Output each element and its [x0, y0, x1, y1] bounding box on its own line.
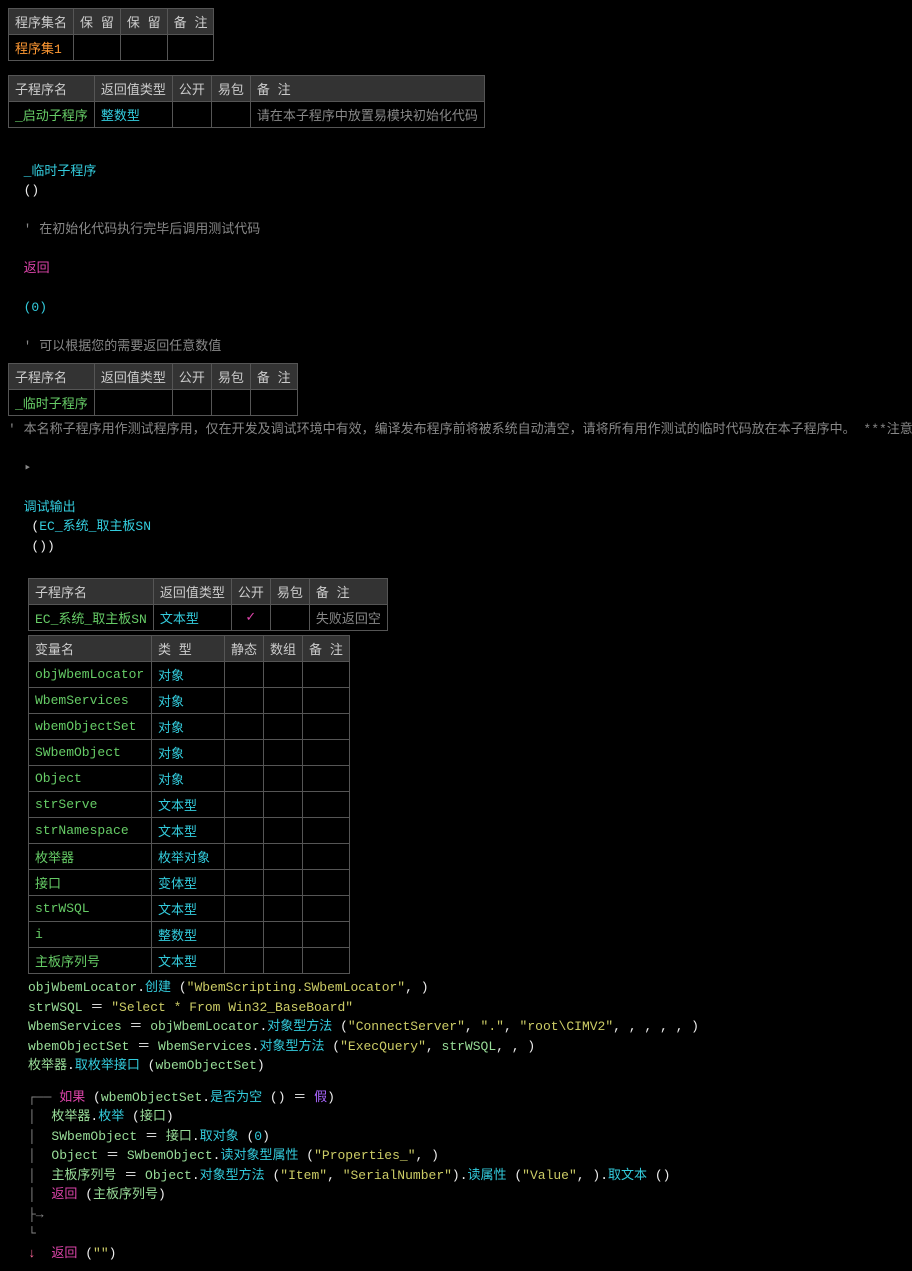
- long-comment: ' 本名称子程序用作测试程序用，仅在开发及调试环境中有效，编译发布程序前将被系统…: [8, 420, 904, 440]
- code-line-tempcall[interactable]: _临时子程序 () ' 在初始化代码执行完毕后调用测试代码: [8, 142, 904, 240]
- table-row[interactable]: Object对象: [29, 766, 350, 792]
- table-row[interactable]: SWbemObject对象: [29, 740, 350, 766]
- table-row[interactable]: 程序集1: [9, 35, 214, 61]
- table-row[interactable]: i整数型: [29, 922, 350, 948]
- code-line-return[interactable]: 返回 (0) ' 可以根据您的需要返回任意数值: [8, 240, 904, 357]
- table-row[interactable]: 主板序列号文本型: [29, 948, 350, 974]
- col-reserved1: 保 留: [74, 9, 121, 35]
- code-line[interactable]: objWbemLocator.创建 ("WbemScripting.SWbemL…: [28, 978, 904, 998]
- table-row[interactable]: wbemObjectSet对象: [29, 714, 350, 740]
- code-line[interactable]: │ Object ＝ SWbemObject.读对象型属性 ("Properti…: [28, 1146, 904, 1166]
- table-row[interactable]: 接口变体型: [29, 870, 350, 896]
- table-row[interactable]: strServe文本型: [29, 792, 350, 818]
- sub-table-1: 子程序名 返回值类型 公开 易包 备 注 _启动子程序 整数型 请在本子程序中放…: [8, 75, 485, 128]
- code-line[interactable]: 枚举器.取枚举接口 (wbemObjectSet): [28, 1056, 904, 1076]
- code-line[interactable]: │ 枚举器.枚举 (接口): [28, 1107, 904, 1127]
- col-remark: 备 注: [167, 9, 214, 35]
- return-line[interactable]: │ 返回 (主板序列号): [28, 1185, 904, 1205]
- if-line[interactable]: ┌── 如果 (wbemObjectSet.是否为空 () ＝ 假): [28, 1088, 904, 1108]
- code-line[interactable]: strWSQL ＝ "Select * From Win32_BaseBoard…: [28, 998, 904, 1018]
- tree-end: └: [28, 1224, 904, 1244]
- code-line[interactable]: │ 主板序列号 ＝ Object.对象型方法 ("Item", "SerialN…: [28, 1166, 904, 1186]
- return-type[interactable]: 整数型: [94, 102, 172, 128]
- col-reserved2: 保 留: [120, 9, 167, 35]
- sub-table-main: 子程序名 返回值类型 公开 易包 备 注 EC_系统_取主板SN 文本型 ✓ 失…: [28, 578, 388, 631]
- assembly-name-cell[interactable]: 程序集1: [9, 35, 74, 61]
- sub-name[interactable]: _启动子程序: [9, 102, 95, 128]
- sub-table-2: 子程序名 返回值类型 公开 易包 备 注 _临时子程序: [8, 363, 298, 416]
- code-line[interactable]: wbemObjectSet ＝ WbemServices.对象型方法 ("Exe…: [28, 1037, 904, 1057]
- remark-cell[interactable]: 请在本子程序中放置易模块初始化代码: [250, 102, 484, 128]
- assembly-table: 程序集名 保 留 保 留 备 注 程序集1: [8, 8, 214, 61]
- else-branch[interactable]: ├→: [28, 1205, 904, 1225]
- table-row[interactable]: _临时子程序: [9, 389, 298, 415]
- code-line[interactable]: │ SWbemObject ＝ 接口.取对象 (0): [28, 1127, 904, 1147]
- table-row[interactable]: 枚举器枚举对象: [29, 844, 350, 870]
- return-empty-line[interactable]: ↓ 返回 (""): [28, 1244, 904, 1264]
- table-row[interactable]: objWbemLocator对象: [29, 662, 350, 688]
- debug-output-line[interactable]: ‣ 调试输出 (EC_系统_取主板SN ()): [8, 439, 904, 556]
- table-row[interactable]: strWSQL文本型: [29, 896, 350, 922]
- variables-table: 变量名 类 型 静态 数组 备 注 objWbemLocator对象WbemSe…: [28, 635, 350, 974]
- table-row[interactable]: strNamespace文本型: [29, 818, 350, 844]
- code-line[interactable]: WbemServices ＝ objWbemLocator.对象型方法 ("Co…: [28, 1017, 904, 1037]
- check-icon[interactable]: ✓: [231, 605, 270, 631]
- table-row[interactable]: WbemServices对象: [29, 688, 350, 714]
- table-row[interactable]: EC_系统_取主板SN 文本型 ✓ 失败返回空: [29, 605, 388, 631]
- table-row[interactable]: _启动子程序 整数型 请在本子程序中放置易模块初始化代码: [9, 102, 485, 128]
- col-assembly-name: 程序集名: [9, 9, 74, 35]
- caret-icon: ‣: [24, 461, 32, 476]
